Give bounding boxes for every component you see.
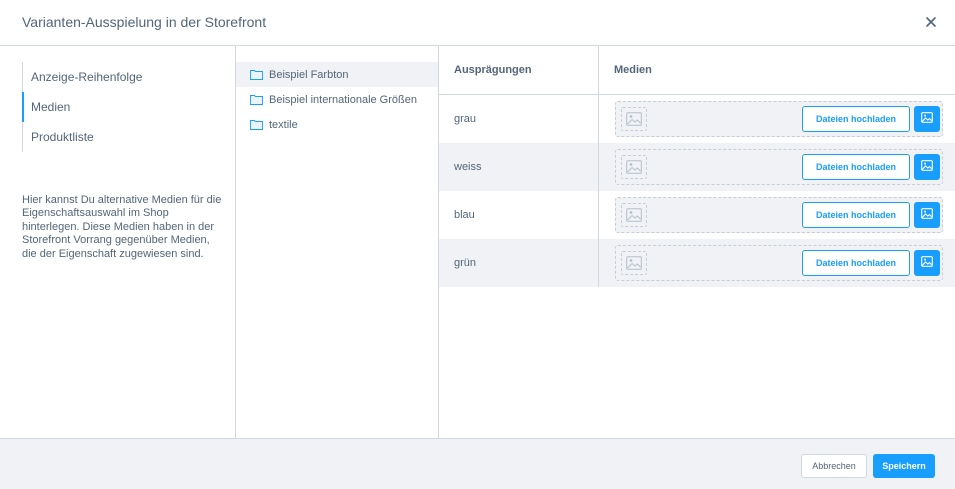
- image-placeholder-icon: [621, 203, 647, 227]
- media-upload-dropzone[interactable]: Dateien hochladen: [615, 149, 943, 185]
- modal-header: Varianten-Ausspielung in der Storefront: [0, 0, 955, 46]
- image-placeholder-icon: [621, 107, 647, 131]
- group-item-textile[interactable]: textile: [236, 112, 438, 137]
- image-icon: [921, 110, 933, 128]
- nav-item-label: Medien: [31, 100, 71, 114]
- option-name: blau: [439, 191, 599, 239]
- modal-title: Varianten-Ausspielung in der Storefront: [22, 14, 267, 30]
- media-cell: Dateien hochladen: [599, 191, 955, 239]
- table-row: weiss Dateien hochladen: [439, 143, 955, 191]
- image-icon: [921, 206, 933, 224]
- close-button[interactable]: [921, 13, 941, 33]
- group-item-label: Beispiel Farbton: [269, 68, 349, 81]
- nav-description: Hier kannst Du alternative Medien für di…: [22, 194, 222, 260]
- image-icon: [921, 158, 933, 176]
- save-button[interactable]: Speichern: [873, 454, 935, 478]
- nav-item-label: Anzeige-Reihenfolge: [31, 70, 143, 84]
- group-item-label: Beispiel internationale Größen: [269, 93, 417, 106]
- settings-nav: Anzeige-Reihenfolge Medien Produktliste …: [0, 46, 236, 438]
- close-icon: [926, 14, 936, 32]
- folder-icon: [250, 69, 263, 80]
- nav-item-product-list[interactable]: Produktliste: [23, 122, 142, 152]
- upload-files-button[interactable]: Dateien hochladen: [802, 106, 910, 132]
- column-header-media: Medien: [614, 64, 652, 76]
- media-upload-dropzone[interactable]: Dateien hochladen: [615, 245, 943, 281]
- open-media-button[interactable]: [914, 250, 940, 276]
- group-item-groessen[interactable]: Beispiel internationale Größen: [236, 87, 438, 112]
- open-media-button[interactable]: [914, 202, 940, 228]
- upload-files-button[interactable]: Dateien hochladen: [802, 250, 910, 276]
- table-row: blau Dateien hochladen: [439, 191, 955, 239]
- group-item-label: textile: [269, 118, 298, 131]
- image-placeholder-icon: [621, 155, 647, 179]
- media-upload-dropzone[interactable]: Dateien hochladen: [615, 101, 943, 137]
- upload-files-button[interactable]: Dateien hochladen: [802, 154, 910, 180]
- table-row: grau Dateien hochladen: [439, 95, 955, 143]
- modal-footer: Abbrechen Speichern: [0, 438, 955, 489]
- nav-item-display-order[interactable]: Anzeige-Reihenfolge: [23, 62, 142, 92]
- table-header: Ausprägungen Medien: [439, 46, 955, 95]
- media-cell: Dateien hochladen: [599, 239, 955, 287]
- option-name: weiss: [439, 143, 599, 191]
- image-icon: [921, 254, 933, 272]
- folder-icon: [250, 119, 263, 130]
- nav-item-label: Produktliste: [31, 130, 94, 144]
- nav-list: Anzeige-Reihenfolge Medien Produktliste: [21, 62, 142, 152]
- media-cell: Dateien hochladen: [599, 143, 955, 191]
- upload-files-button[interactable]: Dateien hochladen: [802, 202, 910, 228]
- option-name: grau: [439, 95, 599, 143]
- table-row: grün Dateien hochladen: [439, 239, 955, 287]
- image-placeholder-icon: [621, 251, 647, 275]
- cancel-button[interactable]: Abbrechen: [801, 454, 867, 478]
- open-media-button[interactable]: [914, 154, 940, 180]
- group-item-farbton[interactable]: Beispiel Farbton: [236, 62, 438, 87]
- media-cell: Dateien hochladen: [599, 95, 955, 143]
- open-media-button[interactable]: [914, 106, 940, 132]
- nav-item-media[interactable]: Medien: [21, 92, 142, 122]
- options-media-table: Ausprägungen Medien grau Dateien hochlade…: [439, 46, 955, 438]
- property-group-list: Beispiel Farbton Beispiel internationale…: [236, 46, 439, 438]
- column-header-options: Ausprägungen: [439, 46, 599, 94]
- media-upload-dropzone[interactable]: Dateien hochladen: [615, 197, 943, 233]
- option-name: grün: [439, 239, 599, 287]
- folder-icon: [250, 94, 263, 105]
